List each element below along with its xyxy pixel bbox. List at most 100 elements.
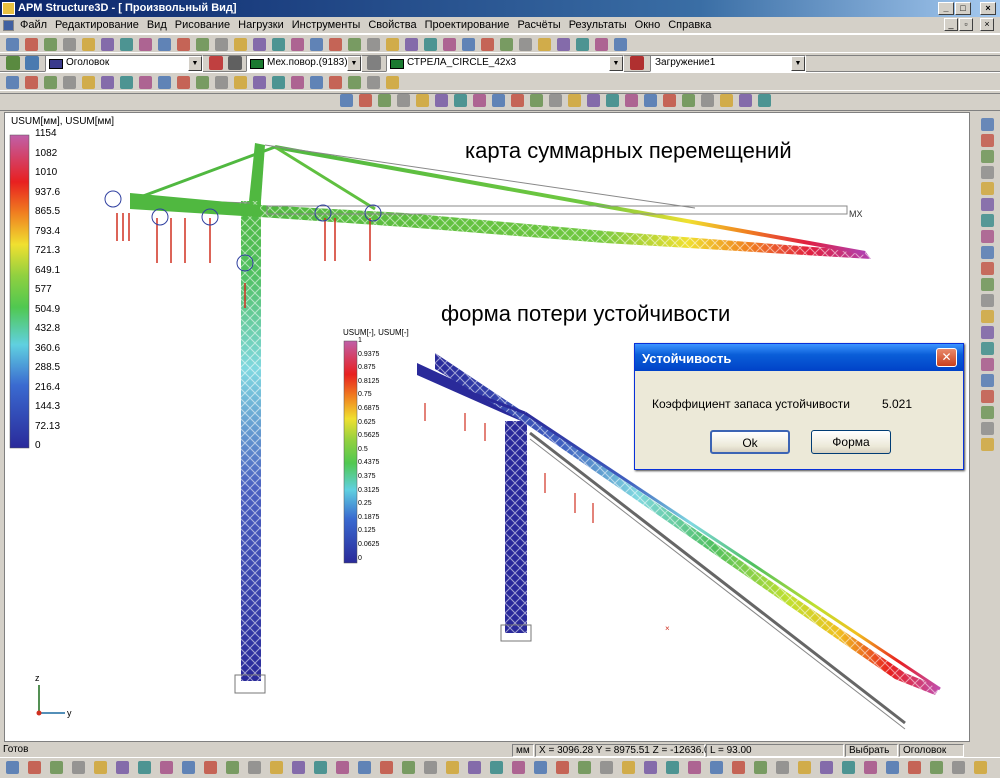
tool-button-icon[interactable]	[359, 94, 372, 107]
layer-select[interactable]: Оголовок ▼	[45, 55, 203, 72]
side-tool-icon[interactable]	[981, 422, 994, 435]
copy-section-icon[interactable]	[228, 56, 242, 70]
menu-loads[interactable]: Нагрузки	[234, 17, 288, 31]
tool-button-icon[interactable]	[253, 76, 266, 89]
side-tool-icon[interactable]	[981, 134, 994, 147]
menu-design[interactable]: Проектирование	[421, 17, 514, 31]
side-tool-icon[interactable]	[981, 374, 994, 387]
mdi-close-icon[interactable]: ×	[980, 18, 994, 31]
tool-button-icon[interactable]	[380, 761, 393, 774]
tool-button-icon[interactable]	[732, 761, 745, 774]
tool-button-icon[interactable]	[549, 94, 562, 107]
tool-button-icon[interactable]	[116, 761, 129, 774]
side-tool-icon[interactable]	[981, 230, 994, 243]
tool-button-icon[interactable]	[234, 38, 247, 51]
tool-button-icon[interactable]	[886, 761, 899, 774]
tool-button-icon[interactable]	[158, 38, 171, 51]
tool-button-icon[interactable]	[82, 38, 95, 51]
tool-button-icon[interactable]	[556, 761, 569, 774]
tool-button-icon[interactable]	[481, 38, 494, 51]
menu-calculations[interactable]: Расчёты	[513, 17, 564, 31]
chevron-down-icon[interactable]: ▼	[609, 56, 623, 71]
tool-button-icon[interactable]	[272, 76, 285, 89]
tool-button-icon[interactable]	[120, 38, 133, 51]
tool-button-icon[interactable]	[340, 94, 353, 107]
menu-view[interactable]: Вид	[143, 17, 171, 31]
tool-button-icon[interactable]	[367, 38, 380, 51]
tool-button-icon[interactable]	[739, 94, 752, 107]
tool-button-icon[interactable]	[25, 38, 38, 51]
chevron-down-icon[interactable]: ▼	[791, 56, 805, 71]
tool-button-icon[interactable]	[454, 94, 467, 107]
section-icon[interactable]	[209, 56, 223, 70]
tool-button-icon[interactable]	[606, 94, 619, 107]
tool-button-icon[interactable]	[291, 38, 304, 51]
chevron-down-icon[interactable]: ▼	[188, 56, 202, 71]
side-tool-icon[interactable]	[981, 198, 994, 211]
tool-button-icon[interactable]	[908, 761, 921, 774]
close-icon[interactable]: ×	[980, 2, 996, 15]
side-tool-icon[interactable]	[981, 246, 994, 259]
tool-button-icon[interactable]	[710, 761, 723, 774]
mdi-minimize-icon[interactable]: _	[944, 18, 958, 31]
maximize-icon[interactable]: □	[955, 2, 971, 15]
tool-button-icon[interactable]	[314, 761, 327, 774]
tool-button-icon[interactable]	[204, 761, 217, 774]
menu-draw[interactable]: Рисование	[171, 17, 234, 31]
tool-button-icon[interactable]	[820, 761, 833, 774]
tool-button-icon[interactable]	[367, 76, 380, 89]
tool-button-icon[interactable]	[291, 76, 304, 89]
tool-button-icon[interactable]	[44, 76, 57, 89]
tool-button-icon[interactable]	[644, 94, 657, 107]
menu-window[interactable]: Окно	[631, 17, 665, 31]
menu-help[interactable]: Справка	[664, 17, 715, 31]
side-tool-icon[interactable]	[981, 262, 994, 275]
tool-button-icon[interactable]	[842, 761, 855, 774]
menu-tools[interactable]: Инструменты	[288, 17, 365, 31]
tool-button-icon[interactable]	[402, 761, 415, 774]
tool-button-icon[interactable]	[329, 38, 342, 51]
tool-button-icon[interactable]	[568, 94, 581, 107]
tool-button-icon[interactable]	[578, 761, 591, 774]
tool-button-icon[interactable]	[158, 76, 171, 89]
tool-button-icon[interactable]	[492, 94, 505, 107]
tool-button-icon[interactable]	[405, 38, 418, 51]
tool-button-icon[interactable]	[587, 94, 600, 107]
tool-button-icon[interactable]	[215, 76, 228, 89]
tool-button-icon[interactable]	[446, 761, 459, 774]
tool-button-icon[interactable]	[666, 761, 679, 774]
tool-button-icon[interactable]	[614, 38, 627, 51]
tool-button-icon[interactable]	[538, 38, 551, 51]
tool-button-icon[interactable]	[798, 761, 811, 774]
tool-button-icon[interactable]	[397, 94, 410, 107]
tool-button-icon[interactable]	[512, 761, 525, 774]
tool-button-icon[interactable]	[6, 38, 19, 51]
tool-button-icon[interactable]	[500, 38, 513, 51]
loadcase-select[interactable]: Загружение1 ▼	[650, 55, 806, 72]
tool-button-icon[interactable]	[519, 38, 532, 51]
tool-button-icon[interactable]	[310, 38, 323, 51]
tool-button-icon[interactable]	[688, 761, 701, 774]
tool-button-icon[interactable]	[435, 94, 448, 107]
tool-button-icon[interactable]	[754, 761, 767, 774]
beam-section-icon[interactable]	[367, 56, 381, 70]
tool-button-icon[interactable]	[974, 761, 987, 774]
side-tool-icon[interactable]	[981, 150, 994, 163]
ok-button[interactable]: Ok	[710, 430, 790, 454]
menu-file[interactable]: Файл	[16, 17, 51, 31]
tool-button-icon[interactable]	[196, 38, 209, 51]
tool-button-icon[interactable]	[336, 761, 349, 774]
tool-button-icon[interactable]	[758, 94, 771, 107]
tool-button-icon[interactable]	[424, 38, 437, 51]
side-tool-icon[interactable]	[981, 214, 994, 227]
mdi-restore-icon[interactable]: ▫	[959, 18, 973, 31]
tool-button-icon[interactable]	[386, 38, 399, 51]
tool-button-icon[interactable]	[72, 761, 85, 774]
tool-button-icon[interactable]	[416, 94, 429, 107]
tool-button-icon[interactable]	[358, 761, 371, 774]
tool-button-icon[interactable]	[63, 38, 76, 51]
tool-button-icon[interactable]	[622, 761, 635, 774]
tool-button-icon[interactable]	[160, 761, 173, 774]
tool-button-icon[interactable]	[25, 76, 38, 89]
side-tool-icon[interactable]	[981, 342, 994, 355]
